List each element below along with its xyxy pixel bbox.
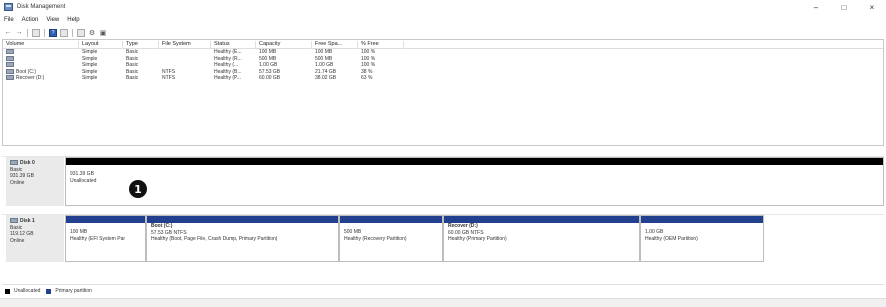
column-header-capacity[interactable]: Capacity [256, 41, 312, 49]
volume-layout: Simple [82, 75, 98, 81]
volume-percent-free: 63 % [361, 75, 373, 81]
minimize-button[interactable]: – [802, 0, 830, 14]
volume-capacity: 60.00 GB [259, 75, 281, 81]
legend-label-primary-partition: Primary partition [55, 288, 92, 294]
menu-file[interactable]: File [4, 17, 14, 23]
disk-1-row: Disk 1 Basic 119.12 GB Online 100 MB Hea… [2, 214, 884, 262]
volume-status: Healthy (P... [214, 75, 241, 81]
partition-status: Healthy (OEM Partition) [645, 235, 698, 242]
partition-bar [147, 216, 338, 223]
help-icon[interactable]: ? [49, 28, 57, 37]
close-button[interactable]: × [858, 0, 886, 14]
window-title: Disk Management [17, 4, 66, 10]
maximize-button[interactable]: □ [830, 0, 858, 14]
volume-list-header: Volume Layout Type File System Status Ca… [3, 40, 883, 49]
volume-free-space: 38.02 GB [315, 75, 337, 81]
status-bar [0, 298, 886, 307]
partition-bar [66, 158, 883, 165]
partition-status: Healthy (Boot, Page File, Crash Dump, Pr… [151, 236, 278, 242]
disk-graphical-view: Disk 0 Basic 931.39 GB Online 931.39 GB … [2, 152, 884, 278]
column-header-file-system[interactable]: File System [159, 41, 211, 49]
toolbar: ← → ? ⚙ ▣ [0, 27, 107, 38]
column-header-status[interactable]: Status [211, 41, 256, 49]
callout-marker: 1 [129, 180, 147, 198]
table-row[interactable]: Recover (D:) Simple Basic NTFS Healthy (… [3, 75, 883, 82]
window-controls: – □ × [802, 0, 886, 14]
menu-action[interactable]: Action [22, 17, 39, 23]
partition-recover-d[interactable]: Recover (D:) 60.00 GB NTFS Healthy (Prim… [443, 215, 640, 262]
legend: Unallocated Primary partition [2, 284, 884, 297]
settings-icon[interactable]: ⚙ [88, 29, 96, 37]
disk-state: Online [10, 237, 25, 244]
disk-view-icon[interactable] [60, 28, 68, 37]
partition-bar [444, 216, 639, 223]
disk-1-label[interactable]: Disk 1 Basic 119.12 GB Online [6, 215, 64, 262]
menu-help[interactable]: Help [67, 17, 79, 23]
partition-bar [66, 216, 145, 223]
column-header-type[interactable]: Type [123, 41, 159, 49]
partition-oem[interactable]: 1.00 GB Healthy (OEM Partition) [640, 215, 764, 262]
volume-list[interactable]: Volume Layout Type File System Status Ca… [2, 39, 884, 146]
forward-arrow-icon[interactable]: → [15, 29, 23, 37]
column-header-volume[interactable]: Volume [3, 41, 79, 49]
legend-label-unallocated: Unallocated [14, 288, 41, 294]
disk-state: Online [10, 179, 25, 186]
volume-file-system: NTFS [162, 75, 176, 81]
partition-status: Unallocated [70, 177, 97, 184]
volume-type: Basic [126, 75, 139, 81]
partition-status: Healthy (Recovery Partition) [344, 235, 407, 242]
menu-view[interactable]: View [46, 17, 59, 23]
partition-bar [340, 216, 442, 223]
toolbar-divider [72, 28, 73, 37]
list-view-icon[interactable] [32, 28, 40, 37]
back-arrow-icon[interactable]: ← [4, 29, 12, 37]
disk-management-icon [4, 3, 13, 11]
refresh-icon[interactable]: ▣ [99, 29, 107, 37]
toolbar-divider [44, 28, 45, 37]
column-header-free-space[interactable]: Free Spa... [312, 41, 358, 49]
title-bar: Disk Management – □ × [0, 0, 886, 14]
partition-unallocated[interactable]: 931.39 GB Unallocated [65, 157, 884, 206]
partition-status: Healthy (Primary Partition) [448, 236, 507, 242]
toolbar-divider [27, 28, 28, 37]
disk-0-label[interactable]: Disk 0 Basic 931.39 GB Online [6, 157, 64, 206]
primary-partition-swatch [46, 288, 52, 294]
column-header-layout[interactable]: Layout [79, 41, 123, 49]
unallocated-swatch [5, 288, 10, 294]
menu-bar: File Action View Help [0, 15, 88, 25]
partition-efi[interactable]: 100 MB Healthy (EFI System Par [65, 215, 146, 262]
partition-status: Healthy (EFI System Par [70, 235, 126, 242]
partition-bar [641, 216, 763, 223]
partition-recovery[interactable]: 500 MB Healthy (Recovery Partition) [339, 215, 443, 262]
properties-icon[interactable] [77, 28, 85, 37]
volume-name: Recover (D:) [3, 75, 79, 82]
column-header-percent-free[interactable]: % Free [358, 41, 404, 49]
partition-boot-c[interactable]: Boot (C:) 57.53 GB NTFS Healthy (Boot, P… [146, 215, 339, 262]
